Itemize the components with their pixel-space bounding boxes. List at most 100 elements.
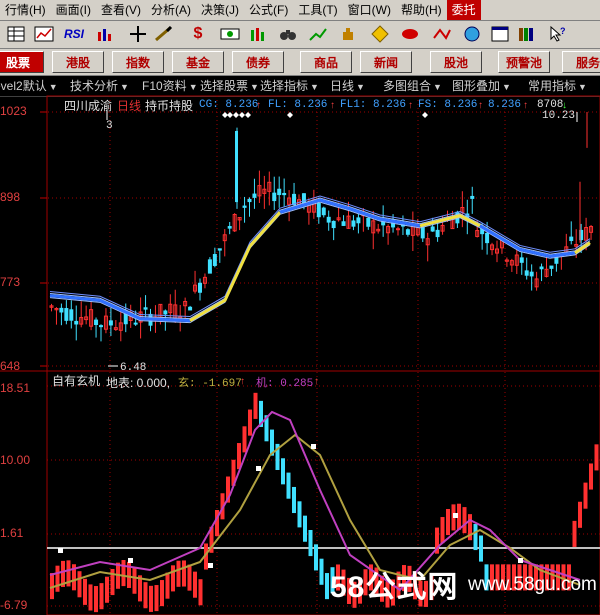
indicator-bar bbox=[88, 584, 93, 611]
up-arrow-icon: ↑ bbox=[478, 100, 483, 111]
candle-body bbox=[316, 202, 321, 218]
candle-body bbox=[252, 193, 257, 198]
indicator-bar bbox=[462, 507, 467, 534]
indicator-bar bbox=[105, 576, 109, 603]
indicator-bar bbox=[83, 578, 87, 605]
signal-marker-icon bbox=[227, 112, 233, 118]
chart-grid: ↑ ↑ ↑ ↑ ↑ ↓↑ ↑ bbox=[0, 95, 600, 615]
candle-body bbox=[59, 307, 64, 313]
signal-marker-icon bbox=[422, 112, 428, 118]
sub-indicator-name: 自有玄机 bbox=[52, 374, 101, 388]
ma-line bbox=[49, 201, 591, 324]
candle-body bbox=[227, 226, 232, 229]
candle-body bbox=[405, 229, 410, 235]
candle-body bbox=[430, 226, 435, 232]
candle-body bbox=[351, 220, 356, 227]
price-tick-898: 898 bbox=[0, 190, 21, 204]
candle-body bbox=[519, 257, 524, 263]
signal-dot bbox=[518, 558, 523, 563]
indicator-bar bbox=[303, 515, 307, 542]
up-arrow-icon: ↑ bbox=[330, 100, 335, 111]
price-tick-773: 773 bbox=[0, 275, 21, 289]
candle-body bbox=[64, 308, 69, 321]
dibiao-value: 地表: 0.000, bbox=[106, 376, 171, 390]
signal-marker-icon bbox=[239, 112, 245, 118]
candle-body bbox=[133, 322, 138, 325]
sub-tick-neg6: -6.79 bbox=[0, 598, 28, 612]
indicator-bar bbox=[182, 560, 186, 587]
candle-body bbox=[272, 192, 277, 202]
signal-marker-icon bbox=[287, 112, 293, 118]
candle-body bbox=[485, 232, 490, 244]
candle-body bbox=[282, 192, 287, 196]
indicator-bar bbox=[193, 571, 197, 598]
candle-body bbox=[539, 266, 544, 270]
sub-tick-18: 18.51 bbox=[0, 381, 31, 395]
candle-body bbox=[420, 226, 425, 239]
indicator-bar bbox=[121, 560, 126, 587]
candle-body bbox=[94, 319, 99, 326]
candle-body bbox=[549, 265, 554, 269]
candle-body bbox=[198, 282, 202, 293]
price-tick-1023: 1023 bbox=[0, 104, 27, 118]
ji-value: 机: 0.285 bbox=[256, 378, 314, 390]
signal-dot bbox=[256, 466, 261, 471]
candle-body bbox=[242, 205, 247, 208]
price-tick-648: 648 bbox=[0, 359, 21, 373]
low-price-label: 6.48 bbox=[120, 362, 147, 374]
candle-body bbox=[321, 207, 326, 216]
watermark-logo: 58公式网 bbox=[330, 571, 459, 604]
indicator-bar bbox=[176, 560, 181, 587]
candle-body bbox=[326, 216, 331, 223]
indicator-name: 持币持股 bbox=[145, 99, 194, 113]
signal-dot bbox=[128, 558, 133, 563]
candle-body bbox=[435, 229, 440, 238]
candle-body bbox=[356, 217, 361, 224]
candle-body bbox=[470, 195, 475, 199]
stock-name: 四川成渝 bbox=[64, 99, 113, 113]
indicator-bar bbox=[594, 444, 599, 471]
candle-body bbox=[247, 198, 252, 203]
indicator-bar bbox=[479, 535, 483, 562]
indicator-bar bbox=[440, 517, 445, 544]
marker-label: 3 bbox=[106, 120, 113, 132]
signal-dot bbox=[453, 513, 458, 518]
indicator-bar bbox=[187, 564, 192, 591]
signal-marker-icon bbox=[245, 112, 251, 118]
candle-body bbox=[366, 217, 371, 227]
indicator-bar bbox=[242, 426, 247, 453]
period-label: 日线 bbox=[117, 99, 142, 113]
candle-body bbox=[529, 271, 534, 277]
indicator-bar bbox=[94, 586, 98, 613]
signal-dot bbox=[311, 444, 316, 449]
candle-body bbox=[188, 306, 193, 311]
indicator-bar bbox=[572, 520, 577, 547]
indicator-bar bbox=[314, 544, 318, 571]
indicator-bar bbox=[473, 523, 478, 551]
candle-body bbox=[108, 320, 113, 326]
indicator-bar bbox=[171, 565, 175, 592]
signal-marker-icon bbox=[233, 112, 239, 118]
indicator-bar bbox=[292, 486, 296, 514]
candle-body bbox=[569, 236, 574, 242]
high-price-label: 10.23 bbox=[542, 110, 576, 122]
indicator-bar bbox=[446, 508, 450, 536]
indicator-bar bbox=[165, 572, 170, 599]
chart-border bbox=[46, 95, 600, 615]
candle-body bbox=[341, 221, 346, 226]
xuan-value: 玄: -1.697 bbox=[178, 378, 242, 390]
candle-body bbox=[74, 320, 79, 325]
candle-body bbox=[99, 325, 103, 328]
candle-body bbox=[69, 309, 74, 321]
indicator-bar bbox=[253, 392, 258, 419]
up-arrow-icon: ↑ bbox=[314, 376, 319, 387]
indicator-bar bbox=[319, 558, 324, 585]
indicator-bar bbox=[132, 567, 137, 594]
up-arrow-icon: ↑ bbox=[408, 100, 413, 111]
indicator-bar bbox=[281, 458, 285, 485]
candle-body bbox=[277, 188, 282, 196]
indicator-bar bbox=[325, 573, 329, 600]
candle-body bbox=[207, 259, 212, 274]
indicator-bar bbox=[55, 565, 60, 592]
cg-value: CG: 8.236 bbox=[199, 99, 259, 111]
